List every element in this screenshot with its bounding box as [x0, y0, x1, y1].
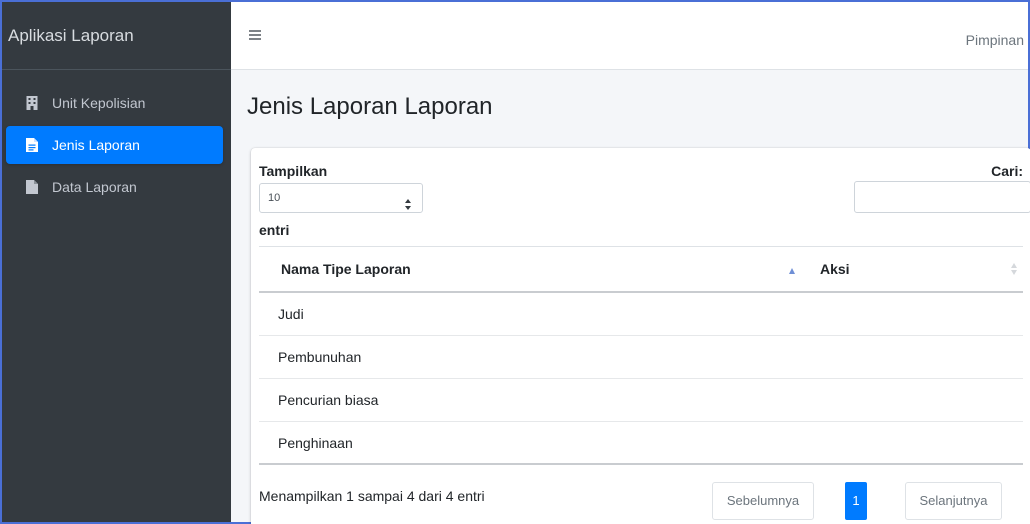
table-info: Menampilkan 1 sampai 4 dari 4 entri: [259, 488, 485, 504]
search-input[interactable]: [854, 181, 1030, 213]
table-header: Nama Tipe Laporan Aksi: [259, 246, 1023, 293]
sidebar: Aplikasi Laporan Unit Kepolisian Jenis L…: [2, 2, 231, 522]
table-row: Pencurian biasa: [259, 379, 1023, 422]
table-row: Pembunuhan: [259, 336, 1023, 379]
column-header-aksi[interactable]: Aksi: [820, 261, 850, 277]
file-text-icon: [26, 138, 38, 152]
sort-both-icon: [1011, 262, 1017, 275]
user-menu[interactable]: Pimpinan: [966, 32, 1024, 48]
show-entries-label: Tampilkan: [259, 163, 328, 179]
select-caret-icon: [405, 193, 411, 210]
sidebar-item-unit-kepolisian[interactable]: Unit Kepolisian: [6, 84, 223, 122]
report-type-table: Nama Tipe Laporan Aksi Judi Pembunuhan P…: [259, 246, 1023, 465]
sidebar-item-label: Unit Kepolisian: [52, 95, 146, 111]
file-icon: [26, 180, 38, 194]
cell-nama-tipe-laporan: Penghinaan: [278, 435, 353, 451]
content-wrapper: Jenis Laporan Laporan Tampilkan 10 entri…: [231, 70, 1030, 524]
page-size-value: 10: [268, 192, 281, 204]
brand-text: Aplikasi Laporan: [8, 25, 134, 45]
menu-toggle-icon[interactable]: [249, 30, 261, 40]
sidebar-item-label: Data Laporan: [52, 179, 137, 195]
brand-link[interactable]: Aplikasi Laporan: [2, 2, 231, 70]
sidebar-item-jenis-laporan[interactable]: Jenis Laporan: [6, 126, 223, 164]
entries-label: entri: [259, 222, 290, 238]
cell-nama-tipe-laporan: Pembunuhan: [278, 349, 362, 365]
sort-ascending-icon: [789, 261, 795, 274]
page-title: Jenis Laporan Laporan: [247, 93, 493, 120]
sidebar-nav: Unit Kepolisian Jenis Laporan Data Lapor…: [2, 70, 231, 206]
page-size-select[interactable]: 10: [259, 183, 423, 213]
previous-page-button[interactable]: Sebelumnya: [712, 482, 814, 520]
data-table-card: Tampilkan 10 entri Cari: Nama Tipe Lapor…: [251, 148, 1030, 524]
cell-nama-tipe-laporan: Pencurian biasa: [278, 392, 379, 408]
table-row: Judi: [259, 293, 1023, 336]
sidebar-item-label: Jenis Laporan: [52, 137, 140, 153]
sidebar-item-data-laporan[interactable]: Data Laporan: [6, 168, 223, 206]
page-1-button[interactable]: 1: [845, 482, 867, 520]
table-row: Penghinaan: [259, 422, 1023, 465]
cell-nama-tipe-laporan: Judi: [278, 306, 304, 322]
column-header-nama-tipe-laporan[interactable]: Nama Tipe Laporan: [281, 261, 411, 277]
app-window: Aplikasi Laporan Unit Kepolisian Jenis L…: [0, 0, 1030, 524]
top-navbar: Pimpinan: [231, 2, 1028, 70]
building-icon: [26, 96, 38, 110]
search-label: Cari:: [991, 163, 1023, 179]
next-page-button[interactable]: Selanjutnya: [905, 482, 1002, 520]
